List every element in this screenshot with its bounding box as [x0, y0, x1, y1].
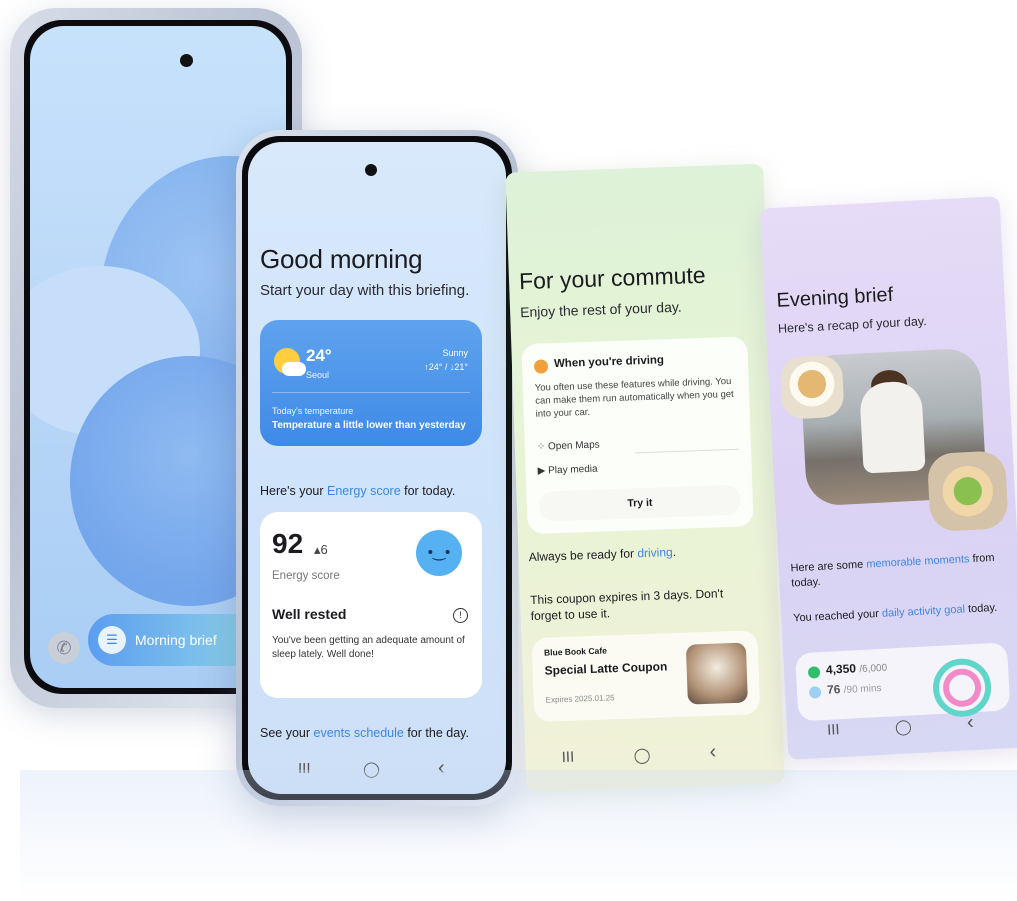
cloud-icon — [282, 362, 306, 376]
food-photo[interactable] — [926, 450, 1009, 533]
weather-card[interactable]: 24° Seoul Sunny ↑24° / ↓21° Today's temp… — [260, 320, 482, 446]
try-it-button[interactable]: Try it — [538, 484, 742, 522]
events-suffix: for the day. — [403, 726, 469, 740]
energy-suffix: for today. — [400, 484, 456, 498]
driving-card-desc: You often use these features while drivi… — [534, 375, 734, 420]
latte-image — [685, 642, 748, 705]
goal-intro: You reached your daily activity goal tod… — [793, 600, 1003, 626]
commute-subtitle: Enjoy the rest of your day. — [519, 298, 682, 321]
divider — [272, 392, 470, 393]
commute-title: For your commute — [518, 261, 707, 295]
car-icon — [533, 359, 549, 374]
weather-message: Temperature a little lower than yesterda… — [272, 420, 466, 431]
play-media-label: Play media — [547, 463, 598, 477]
driving-intro: Always be ready for driving. — [528, 545, 676, 564]
memorable-moments-link[interactable]: memorable moments — [866, 553, 970, 570]
minutes-icon — [808, 686, 822, 699]
steps-count: 4,350 — [825, 661, 857, 677]
energy-delta: ▴6 — [314, 542, 328, 557]
back-button[interactable]: ‹ — [709, 741, 716, 764]
back-button[interactable]: ‹ — [966, 711, 974, 734]
phone-icon[interactable]: ✆ — [48, 632, 80, 664]
evening-title: Evening brief — [775, 283, 894, 312]
daily-activity-goal-link[interactable]: daily activity goal — [882, 603, 966, 619]
coupon-shop: Blue Book Cafe — [543, 645, 607, 658]
weather-range: ↑24° / ↓21° — [424, 362, 468, 372]
coupon-card[interactable]: Blue Book Cafe Special Latte Coupon Expi… — [531, 630, 761, 723]
goal-prefix: You reached your — [792, 607, 883, 625]
minutes-count: 76 — [826, 682, 841, 697]
nav-bar: III ◯ ‹ — [525, 741, 784, 770]
grid-icon: ⁘ — [536, 441, 549, 453]
weather-temp: 24° — [306, 346, 332, 365]
events-intro: See your events schedule for the day. — [260, 726, 469, 740]
home-button[interactable]: ◯ — [633, 746, 650, 765]
evening-subtitle: Here's a recap of your day. — [777, 314, 927, 336]
moments-prefix: Here are some — [790, 558, 867, 575]
coupon-expiry: Expires 2025.01.25 — [545, 693, 615, 705]
front-camera — [365, 164, 377, 176]
moments-intro: Here are some memorable moments from tod… — [790, 551, 1001, 592]
weather-city: Seoul — [306, 370, 330, 380]
coupon-name: Special Latte Coupon — [544, 659, 668, 678]
energy-status-desc: You've been getting an adequate amount o… — [272, 635, 465, 660]
driving-card-title: When you're driving — [553, 354, 665, 371]
energy-score-link[interactable]: Energy score — [327, 484, 401, 498]
energy-score-label: Energy score — [272, 570, 340, 582]
sunrise-icon: ☰ — [98, 626, 126, 654]
play-media-item[interactable]: ▶ Play media — [538, 464, 598, 477]
morning-brief-label: Morning brief — [135, 632, 217, 648]
front-phone: Good morning Start your day with this br… — [236, 130, 523, 806]
steps-goal: /6,000 — [859, 662, 888, 676]
steps-value: 4,350 /6,000 — [826, 660, 888, 677]
driving-link[interactable]: driving — [637, 545, 673, 560]
energy-mascot-icon: •‿• — [416, 530, 462, 576]
morning-brief-screen: Good morning Start your day with this br… — [248, 142, 506, 794]
divider — [635, 448, 740, 454]
energy-prefix: Here's your — [260, 484, 327, 498]
coffee-photo[interactable] — [779, 354, 845, 420]
front-camera — [180, 54, 193, 67]
recents-button[interactable]: III — [827, 721, 840, 739]
page-subtitle: Start your day with this briefing. — [260, 282, 470, 299]
events-schedule-link[interactable]: events schedule — [314, 726, 404, 740]
page-title: Good morning — [260, 244, 423, 274]
recents-button[interactable]: III — [561, 749, 574, 766]
open-maps-label: Open Maps — [547, 439, 600, 453]
info-icon[interactable]: ! — [453, 608, 468, 623]
driving-suffix: . — [672, 544, 677, 560]
morning-brief-button[interactable]: ☰ Morning brief — [88, 614, 260, 666]
open-maps-item[interactable]: ⁘ Open Maps — [537, 440, 600, 453]
commute-screen: For your commute Enjoy the rest of your … — [505, 163, 785, 793]
energy-intro: Here's your Energy score for today. — [260, 484, 455, 498]
weather-label: Today's temperature — [272, 406, 354, 416]
person-figure — [859, 380, 926, 474]
activity-card[interactable]: 4,350 /6,000 76 /90 mins — [795, 642, 1011, 722]
minutes-goal: /90 mins — [843, 682, 882, 696]
evening-screen: Evening brief Here's a recap of your day… — [759, 196, 1017, 760]
events-prefix: See your — [260, 726, 314, 740]
driving-card: When you're driving You often use these … — [521, 336, 754, 535]
steps-icon — [807, 666, 821, 679]
home-button[interactable]: ◯ — [895, 717, 913, 736]
driving-prefix: Always be ready for — [528, 546, 638, 565]
front-phone-screen: Good morning Start your day with this br… — [242, 136, 512, 800]
weather-condition: Sunny — [442, 348, 468, 358]
minutes-value: 76 /90 mins — [827, 680, 882, 697]
energy-card[interactable]: 92 ▴6 Energy score •‿• Well rested ! You… — [260, 512, 482, 698]
energy-score-value: 92 — [272, 528, 304, 559]
coupon-reminder: This coupon expires in 3 days. Don't for… — [529, 586, 724, 624]
floor-reflection — [20, 770, 1017, 901]
goal-suffix: today. — [964, 601, 998, 616]
energy-status-title: Well rested — [272, 606, 347, 622]
